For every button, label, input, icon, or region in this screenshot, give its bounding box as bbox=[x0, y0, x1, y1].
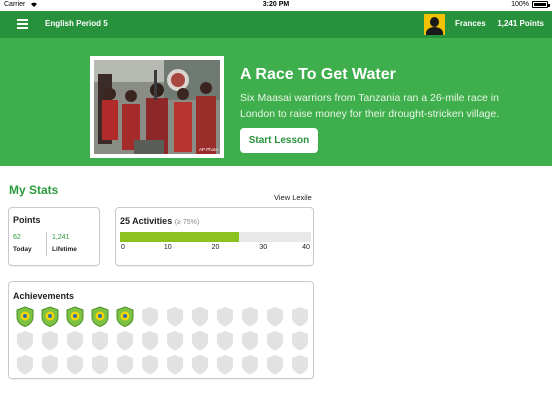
earned-badge-icon[interactable] bbox=[91, 306, 109, 327]
earned-badge-icon[interactable] bbox=[41, 306, 59, 327]
locked-badge-icon[interactable] bbox=[291, 330, 309, 351]
maasai-runners-photo: AP Photo bbox=[94, 60, 220, 154]
locked-badge-icon[interactable] bbox=[166, 354, 184, 375]
lesson-description: Six Maasai warriors from Tanzania ran a … bbox=[240, 92, 500, 120]
progress-tick-label: 10 bbox=[163, 244, 172, 251]
activities-count: 25 Activities bbox=[120, 216, 173, 226]
locked-badge-icon[interactable] bbox=[91, 330, 109, 351]
locked-badge-icon[interactable] bbox=[291, 306, 309, 327]
battery-indicator: 100% bbox=[511, 1, 550, 8]
activities-percentile: (≥ 75%) bbox=[174, 219, 200, 226]
locked-badge-icon[interactable] bbox=[16, 354, 34, 375]
locked-badge-icon[interactable] bbox=[166, 330, 184, 351]
achievements-card: Achievements bbox=[8, 281, 314, 379]
locked-badge-icon[interactable] bbox=[41, 354, 59, 375]
status-bar: Carrier 3:20 PM 100% bbox=[0, 0, 552, 11]
locked-badge-icon[interactable] bbox=[66, 354, 84, 375]
points-lifetime-value: 1,241 bbox=[52, 234, 70, 241]
lesson-photo[interactable]: AP Photo bbox=[90, 56, 224, 158]
battery-icon bbox=[532, 1, 550, 8]
progress-tick-label: 0 bbox=[121, 244, 125, 251]
activities-progress-fill bbox=[120, 232, 240, 242]
points-card: Points 62 Today 1,241 Lifetime bbox=[8, 207, 100, 266]
locked-badge-icon[interactable] bbox=[191, 330, 209, 351]
locked-badge-icon[interactable] bbox=[241, 354, 259, 375]
locked-badge-icon[interactable] bbox=[91, 354, 109, 375]
battery-percent: 100% bbox=[511, 1, 529, 8]
locked-badge-icon[interactable] bbox=[141, 306, 159, 327]
locked-badge-icon[interactable] bbox=[216, 330, 234, 351]
locked-badge-icon[interactable] bbox=[141, 354, 159, 375]
locked-badge-icon[interactable] bbox=[216, 354, 234, 375]
view-lexile-link[interactable]: View Lexile bbox=[274, 193, 312, 202]
avatar[interactable] bbox=[424, 14, 445, 35]
featured-lesson-banner: AP Photo A Race To Get Water Six Maasai … bbox=[0, 38, 552, 166]
photo-credit: AP Photo bbox=[199, 147, 218, 152]
locked-badge-icon[interactable] bbox=[266, 306, 284, 327]
locked-badge-icon[interactable] bbox=[66, 330, 84, 351]
points-divider bbox=[46, 232, 47, 256]
locked-badge-icon[interactable] bbox=[41, 330, 59, 351]
activities-card: 25 Activities (≥ 75%) 0 10 20 30 40 bbox=[115, 207, 314, 266]
locked-badge-icon[interactable] bbox=[191, 306, 209, 327]
locked-badge-icon[interactable] bbox=[291, 354, 309, 375]
points-today-label: Today bbox=[13, 246, 32, 253]
locked-badge-icon[interactable] bbox=[191, 354, 209, 375]
earned-badge-icon[interactable] bbox=[116, 306, 134, 327]
earned-badge-icon[interactable] bbox=[66, 306, 84, 327]
hamburger-menu-icon[interactable] bbox=[17, 19, 28, 29]
locked-badge-icon[interactable] bbox=[266, 330, 284, 351]
locked-badge-icon[interactable] bbox=[266, 354, 284, 375]
progress-tick-label: 20 bbox=[211, 244, 220, 251]
top-nav-bar: English Period 5 Frances 1,241 Points bbox=[0, 11, 552, 38]
locked-badge-icon[interactable] bbox=[241, 306, 259, 327]
earned-badge-icon[interactable] bbox=[16, 306, 34, 327]
progress-tick-label: 30 bbox=[259, 244, 268, 251]
status-time: 3:20 PM bbox=[262, 1, 290, 8]
locked-badge-icon[interactable] bbox=[116, 354, 134, 375]
user-name[interactable]: Frances bbox=[455, 19, 486, 28]
locked-badge-icon[interactable] bbox=[216, 306, 234, 327]
points-today-value: 62 bbox=[13, 234, 21, 241]
activities-progress-bar bbox=[120, 232, 311, 242]
class-title[interactable]: English Period 5 bbox=[45, 19, 108, 28]
locked-badge-icon[interactable] bbox=[166, 306, 184, 327]
locked-badge-icon[interactable] bbox=[141, 330, 159, 351]
progress-tick-label: 40 bbox=[302, 244, 310, 251]
points-lifetime-label: Lifetime bbox=[52, 246, 77, 253]
start-lesson-button[interactable]: Start Lesson bbox=[240, 128, 318, 153]
points-card-title: Points bbox=[13, 215, 41, 225]
locked-badge-icon[interactable] bbox=[16, 330, 34, 351]
total-points: 1,241 Points bbox=[497, 19, 544, 28]
my-stats-heading: My Stats bbox=[9, 183, 59, 197]
activities-title: 25 Activities (≥ 75%) bbox=[120, 216, 199, 226]
locked-badge-icon[interactable] bbox=[241, 330, 259, 351]
locked-badge-icon[interactable] bbox=[116, 330, 134, 351]
lesson-title[interactable]: A Race To Get Water bbox=[240, 66, 396, 84]
achievements-title: Achievements bbox=[13, 291, 75, 301]
